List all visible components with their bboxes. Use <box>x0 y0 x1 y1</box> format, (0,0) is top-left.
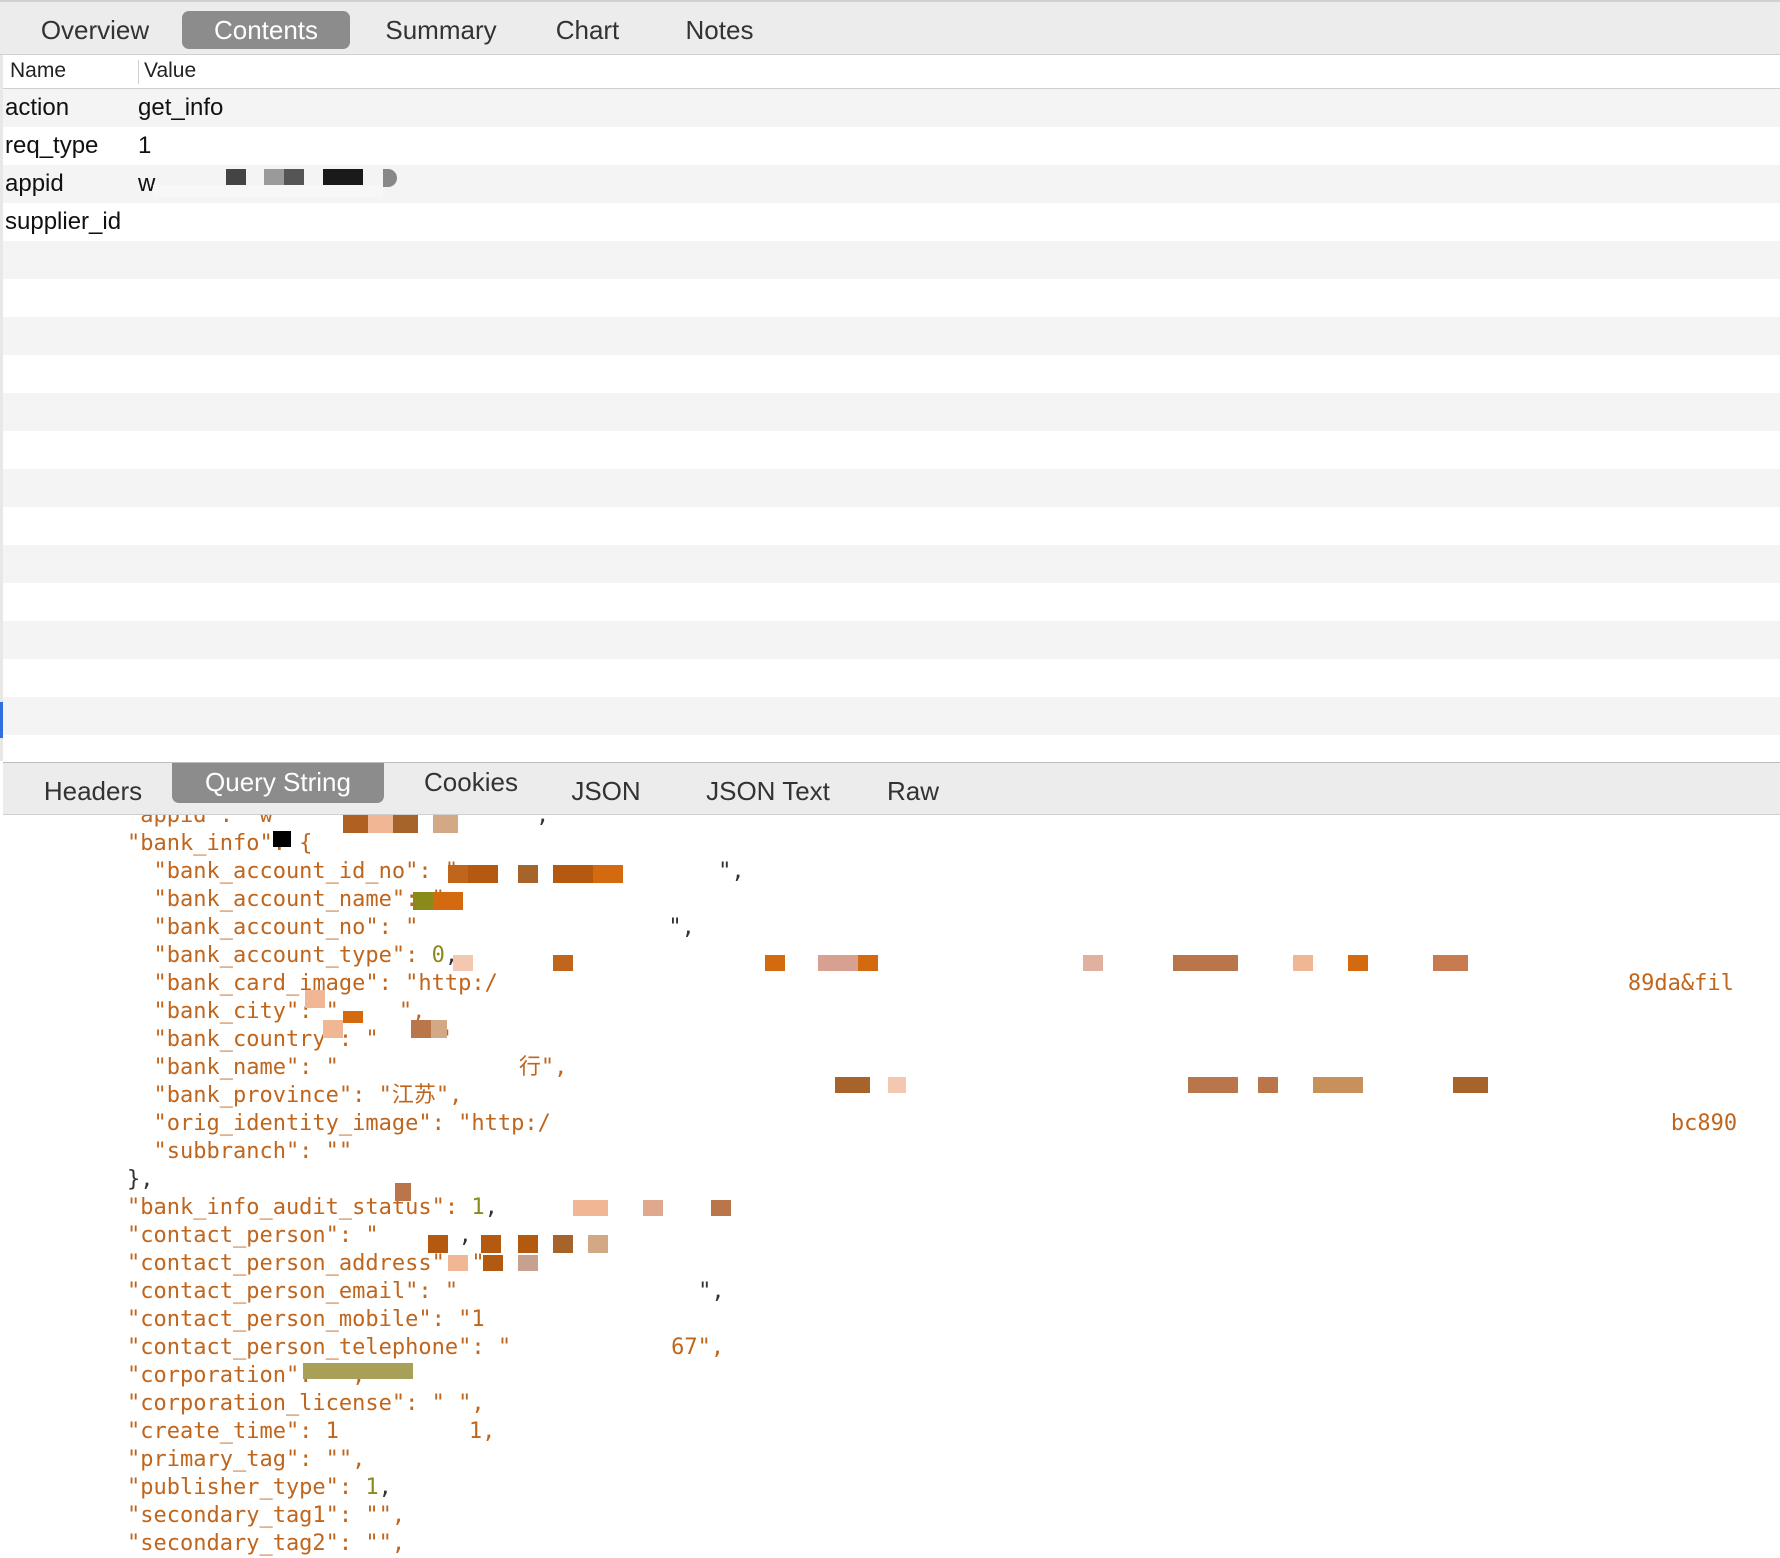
json-line: "secondary_tag1": "", <box>127 1503 406 1528</box>
json-line: "contact_person": ", <box>127 1223 472 1248</box>
json-line: "contact_person_email": " ", <box>127 1279 725 1304</box>
json-line: "bank_city": " ", <box>127 999 426 1024</box>
table-row[interactable]: req_type 1 <box>3 127 1780 165</box>
param-value: get_info <box>138 94 224 121</box>
tab-chart[interactable]: Chart <box>535 11 640 49</box>
param-value: 1 <box>138 132 152 159</box>
empty-row <box>3 507 1780 545</box>
empty-row <box>3 545 1780 583</box>
table-header: Name Value <box>3 55 1780 89</box>
tab-notes[interactable]: Notes <box>662 11 777 49</box>
json-line: "bank_account_id_no": " ", <box>127 859 745 884</box>
empty-row <box>3 659 1780 697</box>
column-divider[interactable] <box>138 60 139 84</box>
json-line: "contact_person_address": " <box>127 1251 485 1276</box>
json-line: "bank_name": " 行", <box>127 1055 568 1080</box>
column-header-value[interactable]: Value <box>144 59 196 83</box>
empty-row <box>3 355 1780 393</box>
param-value: w <box>138 170 156 197</box>
empty-row <box>3 621 1780 659</box>
tab-contents[interactable]: Contents <box>182 11 350 49</box>
json-line: "bank_card_image": "http:/89da&fil <box>127 971 1734 996</box>
empty-row <box>3 469 1780 507</box>
tab-headers[interactable]: Headers <box>23 772 163 810</box>
empty-row <box>3 279 1780 317</box>
json-line: "primary_tag": "", <box>127 1447 366 1472</box>
json-line: "orig_identity_image": "http:/bc890 <box>127 1111 1738 1136</box>
json-text-view[interactable]: "appid": "w ", "bank_info": { "bank_accou… <box>3 815 1780 1558</box>
empty-row <box>3 697 1780 735</box>
empty-row <box>3 431 1780 469</box>
bottom-tab-bar: Headers Query String Cookies JSON JSON T… <box>3 762 1780 815</box>
json-line: "appid": "w ", <box>127 815 550 828</box>
empty-row <box>3 241 1780 279</box>
tab-summary[interactable]: Summary <box>365 11 517 49</box>
json-line: "subbranch": "" <box>127 1139 353 1164</box>
json-line: "contact_person_mobile": "1 <box>127 1307 485 1332</box>
table-row[interactable]: action get_info <box>3 89 1780 127</box>
param-name: req_type <box>5 132 99 159</box>
column-header-name[interactable]: Name <box>10 59 66 83</box>
top-tab-bar: Overview Contents Summary Chart Notes <box>0 0 1780 55</box>
params-table: action get_info req_type 1 appid w suppl… <box>3 89 1780 761</box>
json-line: "contact_person_telephone": " 67", <box>127 1335 725 1360</box>
tab-cookies[interactable]: Cookies <box>401 763 541 801</box>
empty-row <box>3 317 1780 355</box>
json-line: "bank_info_audit_status": 1, <box>127 1195 498 1220</box>
json-line: "secondary_tag2": "", <box>127 1531 406 1556</box>
param-name: appid <box>5 170 64 197</box>
param-name: action <box>5 94 70 121</box>
table-row[interactable]: supplier_id <box>3 203 1780 241</box>
tab-raw[interactable]: Raw <box>873 772 953 810</box>
json-line: "bank_account_no": " ", <box>127 915 695 940</box>
empty-row <box>3 583 1780 621</box>
json-line: "bank_province": "江苏", <box>127 1083 463 1108</box>
json-line: "bank_account_type": 0, <box>127 943 459 968</box>
empty-row <box>3 735 1780 761</box>
json-line: "bank_country": " " <box>127 1027 452 1052</box>
tab-query-string[interactable]: Query String <box>172 763 384 803</box>
tab-json[interactable]: JSON <box>560 772 652 810</box>
empty-row <box>3 393 1780 431</box>
json-line: "publisher_type": 1, <box>127 1475 392 1500</box>
json-line: "create_time": 1 1, <box>127 1419 496 1444</box>
json-line: }, <box>127 1167 154 1192</box>
json-line: "corporation_license": " ", <box>127 1391 485 1416</box>
param-name: supplier_id <box>5 208 122 235</box>
tab-overview[interactable]: Overview <box>20 11 170 49</box>
table-row[interactable]: appid w <box>3 165 1780 203</box>
json-line: "bank_account_name": " <box>127 887 445 912</box>
tab-json-text[interactable]: JSON Text <box>693 772 843 810</box>
